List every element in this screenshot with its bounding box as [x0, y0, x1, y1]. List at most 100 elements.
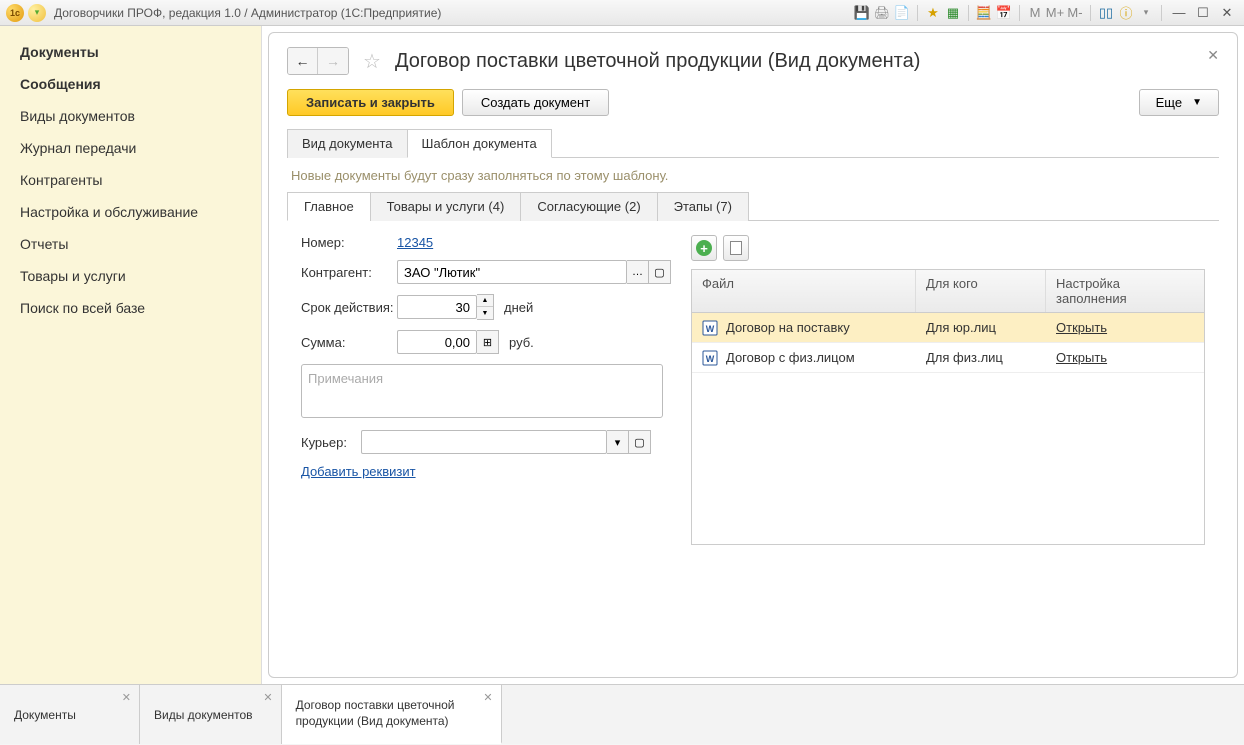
- add-attribute-link[interactable]: Добавить реквизит: [301, 464, 416, 479]
- task-tab-close-icon[interactable]: ✕: [483, 691, 492, 704]
- window-title: Договорчики ПРОФ, редакция 1.0 / Админис…: [54, 6, 441, 20]
- more-button[interactable]: Еще▼: [1139, 89, 1219, 116]
- create-document-button[interactable]: Создать документ: [462, 89, 609, 116]
- notes-textarea[interactable]: [301, 364, 663, 418]
- task-tab-close-icon[interactable]: ✕: [122, 691, 131, 704]
- grid-header-setup[interactable]: Настройка заполнения: [1046, 270, 1204, 312]
- subtab-approvers[interactable]: Согласующие (2): [520, 192, 657, 221]
- app-orb-icon[interactable]: 1c: [6, 4, 24, 22]
- sidebar-item-contractors[interactable]: Контрагенты: [0, 164, 261, 196]
- task-tab-label: Документы: [14, 708, 76, 722]
- sub-tabs: Главное Товары и услуги (4) Согласующие …: [287, 191, 1219, 221]
- sidebar-item-transfer-log[interactable]: Журнал передачи: [0, 132, 261, 164]
- contractor-label: Контрагент:: [301, 265, 397, 280]
- task-tab-current-doc[interactable]: Договор поставки цветочной продукции (Ви…: [282, 685, 502, 744]
- chevron-down-icon: ▼: [1192, 97, 1202, 108]
- number-link[interactable]: 12345: [397, 235, 433, 250]
- document-icon: [730, 241, 742, 255]
- task-tab-label: Договор поставки цветочной продукции (Ви…: [296, 698, 473, 729]
- contractor-open-button[interactable]: ▢: [649, 260, 671, 284]
- tool-panels-icon[interactable]: ▯▯: [1097, 4, 1115, 22]
- nav-history-buttons: ← →: [287, 47, 349, 75]
- courier-input[interactable]: [361, 430, 607, 454]
- taskbar: Документы ✕ Виды документов ✕ Договор по…: [0, 684, 1244, 744]
- grid-cell-file: Договор с физ.лицом: [726, 350, 855, 365]
- task-tab-close-icon[interactable]: ✕: [263, 691, 272, 704]
- tool-m-icon[interactable]: M: [1026, 4, 1044, 22]
- sidebar-item-documents[interactable]: Документы: [0, 36, 261, 68]
- template-hint: Новые документы будут сразу заполняться …: [291, 168, 1219, 183]
- plus-icon: +: [696, 240, 712, 256]
- titlebar-tools: 💾 🖨 📄 ★ ▦ 🧮 📅 M M+ M- ▯▯ ⓘ ▾ — ☐ ✕: [853, 4, 1238, 22]
- sum-input[interactable]: [397, 330, 477, 354]
- word-file-icon: W: [702, 320, 718, 336]
- tool-link-icon[interactable]: ▦: [944, 4, 962, 22]
- subtab-stages[interactable]: Этапы (7): [657, 192, 749, 221]
- grid-row[interactable]: W Договор на поставку Для юр.лиц Открыть: [692, 313, 1204, 343]
- tool-info-icon[interactable]: ⓘ: [1117, 4, 1135, 22]
- courier-dropdown-button[interactable]: ▾: [607, 430, 629, 454]
- tab-doc-type[interactable]: Вид документа: [287, 129, 408, 158]
- tool-print-icon[interactable]: 🖨: [873, 4, 891, 22]
- tool-info-dropdown-icon[interactable]: ▾: [1137, 4, 1155, 22]
- sum-calc-button[interactable]: ⊞: [477, 330, 499, 354]
- svg-text:W: W: [706, 354, 715, 364]
- word-file-icon: W: [702, 350, 718, 366]
- grid-header-file[interactable]: Файл: [692, 270, 916, 312]
- window-close-button[interactable]: ✕: [1216, 4, 1238, 22]
- subtab-goods[interactable]: Товары и услуги (4): [370, 192, 522, 221]
- tab-doc-template[interactable]: Шаблон документа: [407, 129, 552, 158]
- save-and-close-button[interactable]: Записать и закрыть: [287, 89, 454, 116]
- sidebar-item-doc-types[interactable]: Виды документов: [0, 100, 261, 132]
- svg-text:W: W: [706, 324, 715, 334]
- window-minimize-button[interactable]: —: [1168, 4, 1190, 22]
- new-doc-button[interactable]: [723, 235, 749, 261]
- sidebar-item-goods[interactable]: Товары и услуги: [0, 260, 261, 292]
- add-file-button[interactable]: +: [691, 235, 717, 261]
- grid-header-for[interactable]: Для кого: [916, 270, 1046, 312]
- files-grid: Файл Для кого Настройка заполнения W Дог…: [691, 269, 1205, 545]
- grid-cell-open-link[interactable]: Открыть: [1056, 320, 1107, 335]
- tool-doc-icon[interactable]: 📄: [893, 4, 911, 22]
- grid-cell-for: Для физ.лиц: [916, 350, 1046, 365]
- tool-mminus-icon[interactable]: M-: [1066, 4, 1084, 22]
- contractor-select-button[interactable]: …: [627, 260, 649, 284]
- term-spinner: ▲ ▼: [477, 294, 494, 320]
- nav-back-button[interactable]: ←: [288, 48, 318, 74]
- sum-unit: руб.: [509, 335, 534, 350]
- sidebar-item-reports[interactable]: Отчеты: [0, 228, 261, 260]
- tool-calc-icon[interactable]: 🧮: [975, 4, 993, 22]
- term-unit: дней: [504, 300, 533, 315]
- task-tab-label: Виды документов: [154, 708, 253, 722]
- courier-open-button[interactable]: ▢: [629, 430, 651, 454]
- term-spin-up[interactable]: ▲: [477, 295, 493, 307]
- top-tabs: Вид документа Шаблон документа: [287, 128, 1219, 158]
- tool-mplus-icon[interactable]: M+: [1046, 4, 1064, 22]
- grid-cell-file: Договор на поставку: [726, 320, 850, 335]
- page-close-icon[interactable]: ✕: [1207, 47, 1219, 64]
- task-tab-documents[interactable]: Документы ✕: [0, 685, 140, 744]
- term-label: Срок действия:: [301, 300, 397, 315]
- grid-cell-for: Для юр.лиц: [916, 320, 1046, 335]
- contractor-input[interactable]: [397, 260, 627, 284]
- sidebar-item-messages[interactable]: Сообщения: [0, 68, 261, 100]
- tool-favorite-icon[interactable]: ★: [924, 4, 942, 22]
- nav-forward-button[interactable]: →: [318, 48, 348, 74]
- task-tab-doc-types[interactable]: Виды документов ✕: [140, 685, 282, 744]
- number-label: Номер:: [301, 235, 397, 250]
- app-menu-dropdown-icon[interactable]: ▾: [28, 4, 46, 22]
- term-input[interactable]: [397, 295, 477, 319]
- courier-label: Курьер:: [301, 435, 361, 450]
- sidebar: Документы Сообщения Виды документов Журн…: [0, 26, 262, 684]
- term-spin-down[interactable]: ▼: [477, 307, 493, 319]
- window-maximize-button[interactable]: ☐: [1192, 4, 1214, 22]
- subtab-main[interactable]: Главное: [287, 192, 371, 221]
- tool-calendar-icon[interactable]: 📅: [995, 4, 1013, 22]
- grid-row[interactable]: W Договор с физ.лицом Для физ.лиц Открыт…: [692, 343, 1204, 373]
- sum-label: Сумма:: [301, 335, 397, 350]
- tool-save-icon[interactable]: 💾: [853, 4, 871, 22]
- grid-cell-open-link[interactable]: Открыть: [1056, 350, 1107, 365]
- sidebar-item-search-all[interactable]: Поиск по всей базе: [0, 292, 261, 324]
- sidebar-item-settings[interactable]: Настройка и обслуживание: [0, 196, 261, 228]
- favorite-star-icon[interactable]: ☆: [363, 49, 381, 74]
